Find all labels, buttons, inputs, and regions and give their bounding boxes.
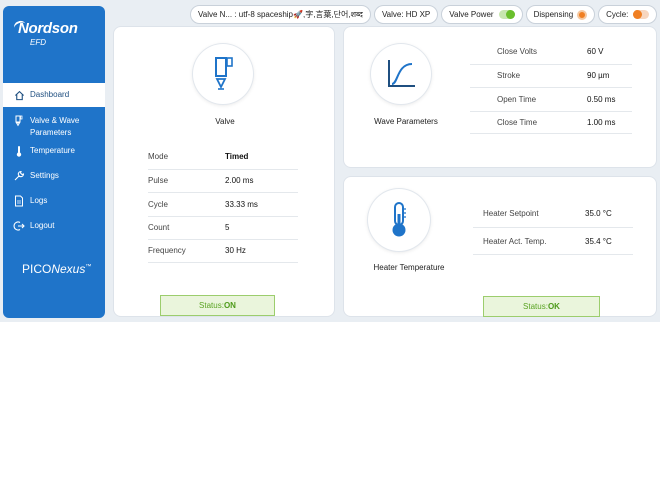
nordson-logo: Nordson EFD: [12, 19, 78, 47]
app-root: Nordson EFD Dashboard Valve & Wave Param…: [0, 0, 660, 322]
status-value: ON: [223, 301, 236, 310]
param-key: Count: [148, 223, 170, 233]
param-value: 5: [225, 223, 230, 233]
param-value: 35.4 °C: [585, 236, 612, 246]
valve-large-icon: [215, 57, 233, 90]
sidebar-item-label: Dashboard: [30, 90, 70, 99]
param-key: Open Time: [497, 94, 537, 104]
param-key: Cycle: [148, 199, 169, 209]
table-row: Count 5: [148, 215, 298, 240]
dispensing-indicator-icon: [577, 9, 588, 20]
table-row: Close Volts 60 V: [470, 40, 632, 64]
heater-icon-circle: [368, 189, 430, 251]
param-value: 35.0 °C: [585, 208, 612, 218]
status-label: Status:: [523, 302, 548, 311]
valve-power-toggle[interactable]: [498, 10, 515, 19]
param-key: Pulse: [148, 176, 169, 186]
wave-card: Wave Parameters Close Volts 60 V Stroke 90…: [343, 26, 657, 168]
param-value: 33.33 ms: [225, 199, 258, 209]
product-tm: ™: [85, 264, 92, 270]
valve-icon: [13, 115, 25, 127]
dispensing-pill: Dispensing: [525, 5, 596, 24]
param-value: Timed: [225, 152, 249, 162]
param-key: Heater Setpoint: [483, 208, 539, 218]
sidebar-item-label: Logs: [30, 196, 48, 205]
top-status-bar: Valve N... : utf-8 spaceship🚀,字,言葉,단어,शब…: [190, 5, 658, 24]
sidebar-item-label: Settings: [30, 171, 59, 180]
heater-card: Heater Temperature Heater Setpoint 35.0 °…: [343, 176, 657, 317]
param-value: 2.00 ms: [225, 176, 254, 186]
param-key: Mode: [148, 152, 169, 162]
product-suffix: Nexus: [51, 262, 86, 276]
table-row: Heater Act. Temp. 35.4 °C: [473, 227, 633, 255]
valve-status-badge: Status: ON: [160, 295, 275, 316]
valve-name-text: Valve N... : utf-8 spaceship🚀,字,言葉,단어,शब…: [198, 10, 363, 19]
table-row: Cycle 33.33 ms: [148, 192, 298, 216]
sidebar: Nordson EFD Dashboard Valve & Wave Param…: [3, 6, 105, 318]
valve-params-table: Mode Timed Pulse 2.00 ms Cycle 33.33 ms Cou…: [148, 145, 298, 263]
valve-icon-circle: [193, 44, 253, 104]
param-value: 90 µm: [587, 71, 610, 81]
param-key: Heater Act. Temp.: [483, 236, 547, 246]
sidebar-item-label: Temperature: [30, 146, 75, 155]
product-prefix: PICO: [22, 262, 52, 276]
param-key: Frequency: [148, 246, 186, 256]
thermometer-icon: [13, 145, 25, 157]
valve-model-text: Valve: HD XP: [381, 10, 431, 19]
brand-sub: EFD: [30, 38, 46, 47]
sidebar-item-logout[interactable]: Logout: [3, 219, 105, 244]
heater-params-table: Heater Setpoint 35.0 °C Heater Act. Temp.…: [473, 199, 633, 255]
document-icon: [13, 195, 25, 207]
wave-title: Wave Parameters: [374, 117, 438, 126]
valve-power-label: Valve Power: [449, 10, 494, 19]
param-key: Close Volts: [497, 47, 538, 57]
product-logo: PICONexus™: [22, 262, 91, 276]
table-row: Frequency 30 Hz: [148, 239, 298, 263]
home-icon: [13, 89, 25, 101]
sidebar-item-valve-wave[interactable]: Valve & Wave Parameters: [3, 107, 105, 144]
heater-status-badge: Status: OK: [483, 296, 600, 317]
thermometer-large-icon: [392, 202, 406, 237]
wave-icon-circle: [371, 44, 431, 104]
table-row: Close Time 1.00 ms: [470, 110, 632, 134]
status-value: OK: [547, 302, 560, 311]
heater-title: Heater Temperature: [373, 263, 445, 272]
table-row: Open Time 0.50 ms: [470, 87, 632, 111]
param-value: 1.00 ms: [587, 117, 616, 127]
param-key: Close Time: [497, 117, 538, 127]
sidebar-item-dashboard[interactable]: Dashboard: [3, 83, 105, 107]
valve-card: Valve Mode Timed Pulse 2.00 ms Cycle 33.33 …: [113, 26, 335, 317]
cycle-pill: Cycle:: [598, 5, 658, 24]
sidebar-nav: Dashboard Valve & Wave Parameters Temper…: [3, 83, 105, 244]
param-key: Stroke: [497, 71, 521, 81]
sidebar-item-label: Valve & Wave Parameters: [30, 116, 80, 137]
toggle-knob: [505, 10, 515, 19]
valve-model-pill: Valve: HD XP: [373, 5, 439, 24]
valve-power-pill: Valve Power: [441, 5, 523, 24]
cycle-label: Cycle:: [606, 10, 629, 19]
logout-icon: [13, 220, 25, 232]
sidebar-item-logs[interactable]: Logs: [3, 194, 105, 219]
table-row: Mode Timed: [148, 145, 298, 169]
sidebar-item-temperature[interactable]: Temperature: [3, 144, 105, 169]
cycle-toggle[interactable]: [633, 10, 650, 19]
wave-params-table: Close Volts 60 V Stroke 90 µm Open Time 0.5…: [470, 40, 632, 134]
sidebar-item-settings[interactable]: Settings: [3, 169, 105, 194]
param-value: 30 Hz: [225, 246, 246, 256]
table-row: Heater Setpoint 35.0 °C: [473, 199, 633, 227]
sidebar-item-label: Logout: [30, 221, 55, 230]
param-value: 60 V: [587, 47, 604, 57]
dispensing-label: Dispensing: [533, 10, 574, 19]
toggle-knob: [633, 10, 643, 19]
wave-curve-icon: [388, 60, 415, 87]
table-row: Stroke 90 µm: [470, 63, 632, 88]
status-label: Status:: [199, 301, 224, 310]
valve-name-pill: Valve N... : utf-8 spaceship🚀,字,言葉,단어,शब…: [190, 5, 371, 24]
valve-title: Valve: [215, 117, 235, 126]
param-value: 0.50 ms: [587, 94, 616, 104]
wrench-icon: [13, 170, 25, 182]
table-row: Pulse 2.00 ms: [148, 168, 298, 193]
